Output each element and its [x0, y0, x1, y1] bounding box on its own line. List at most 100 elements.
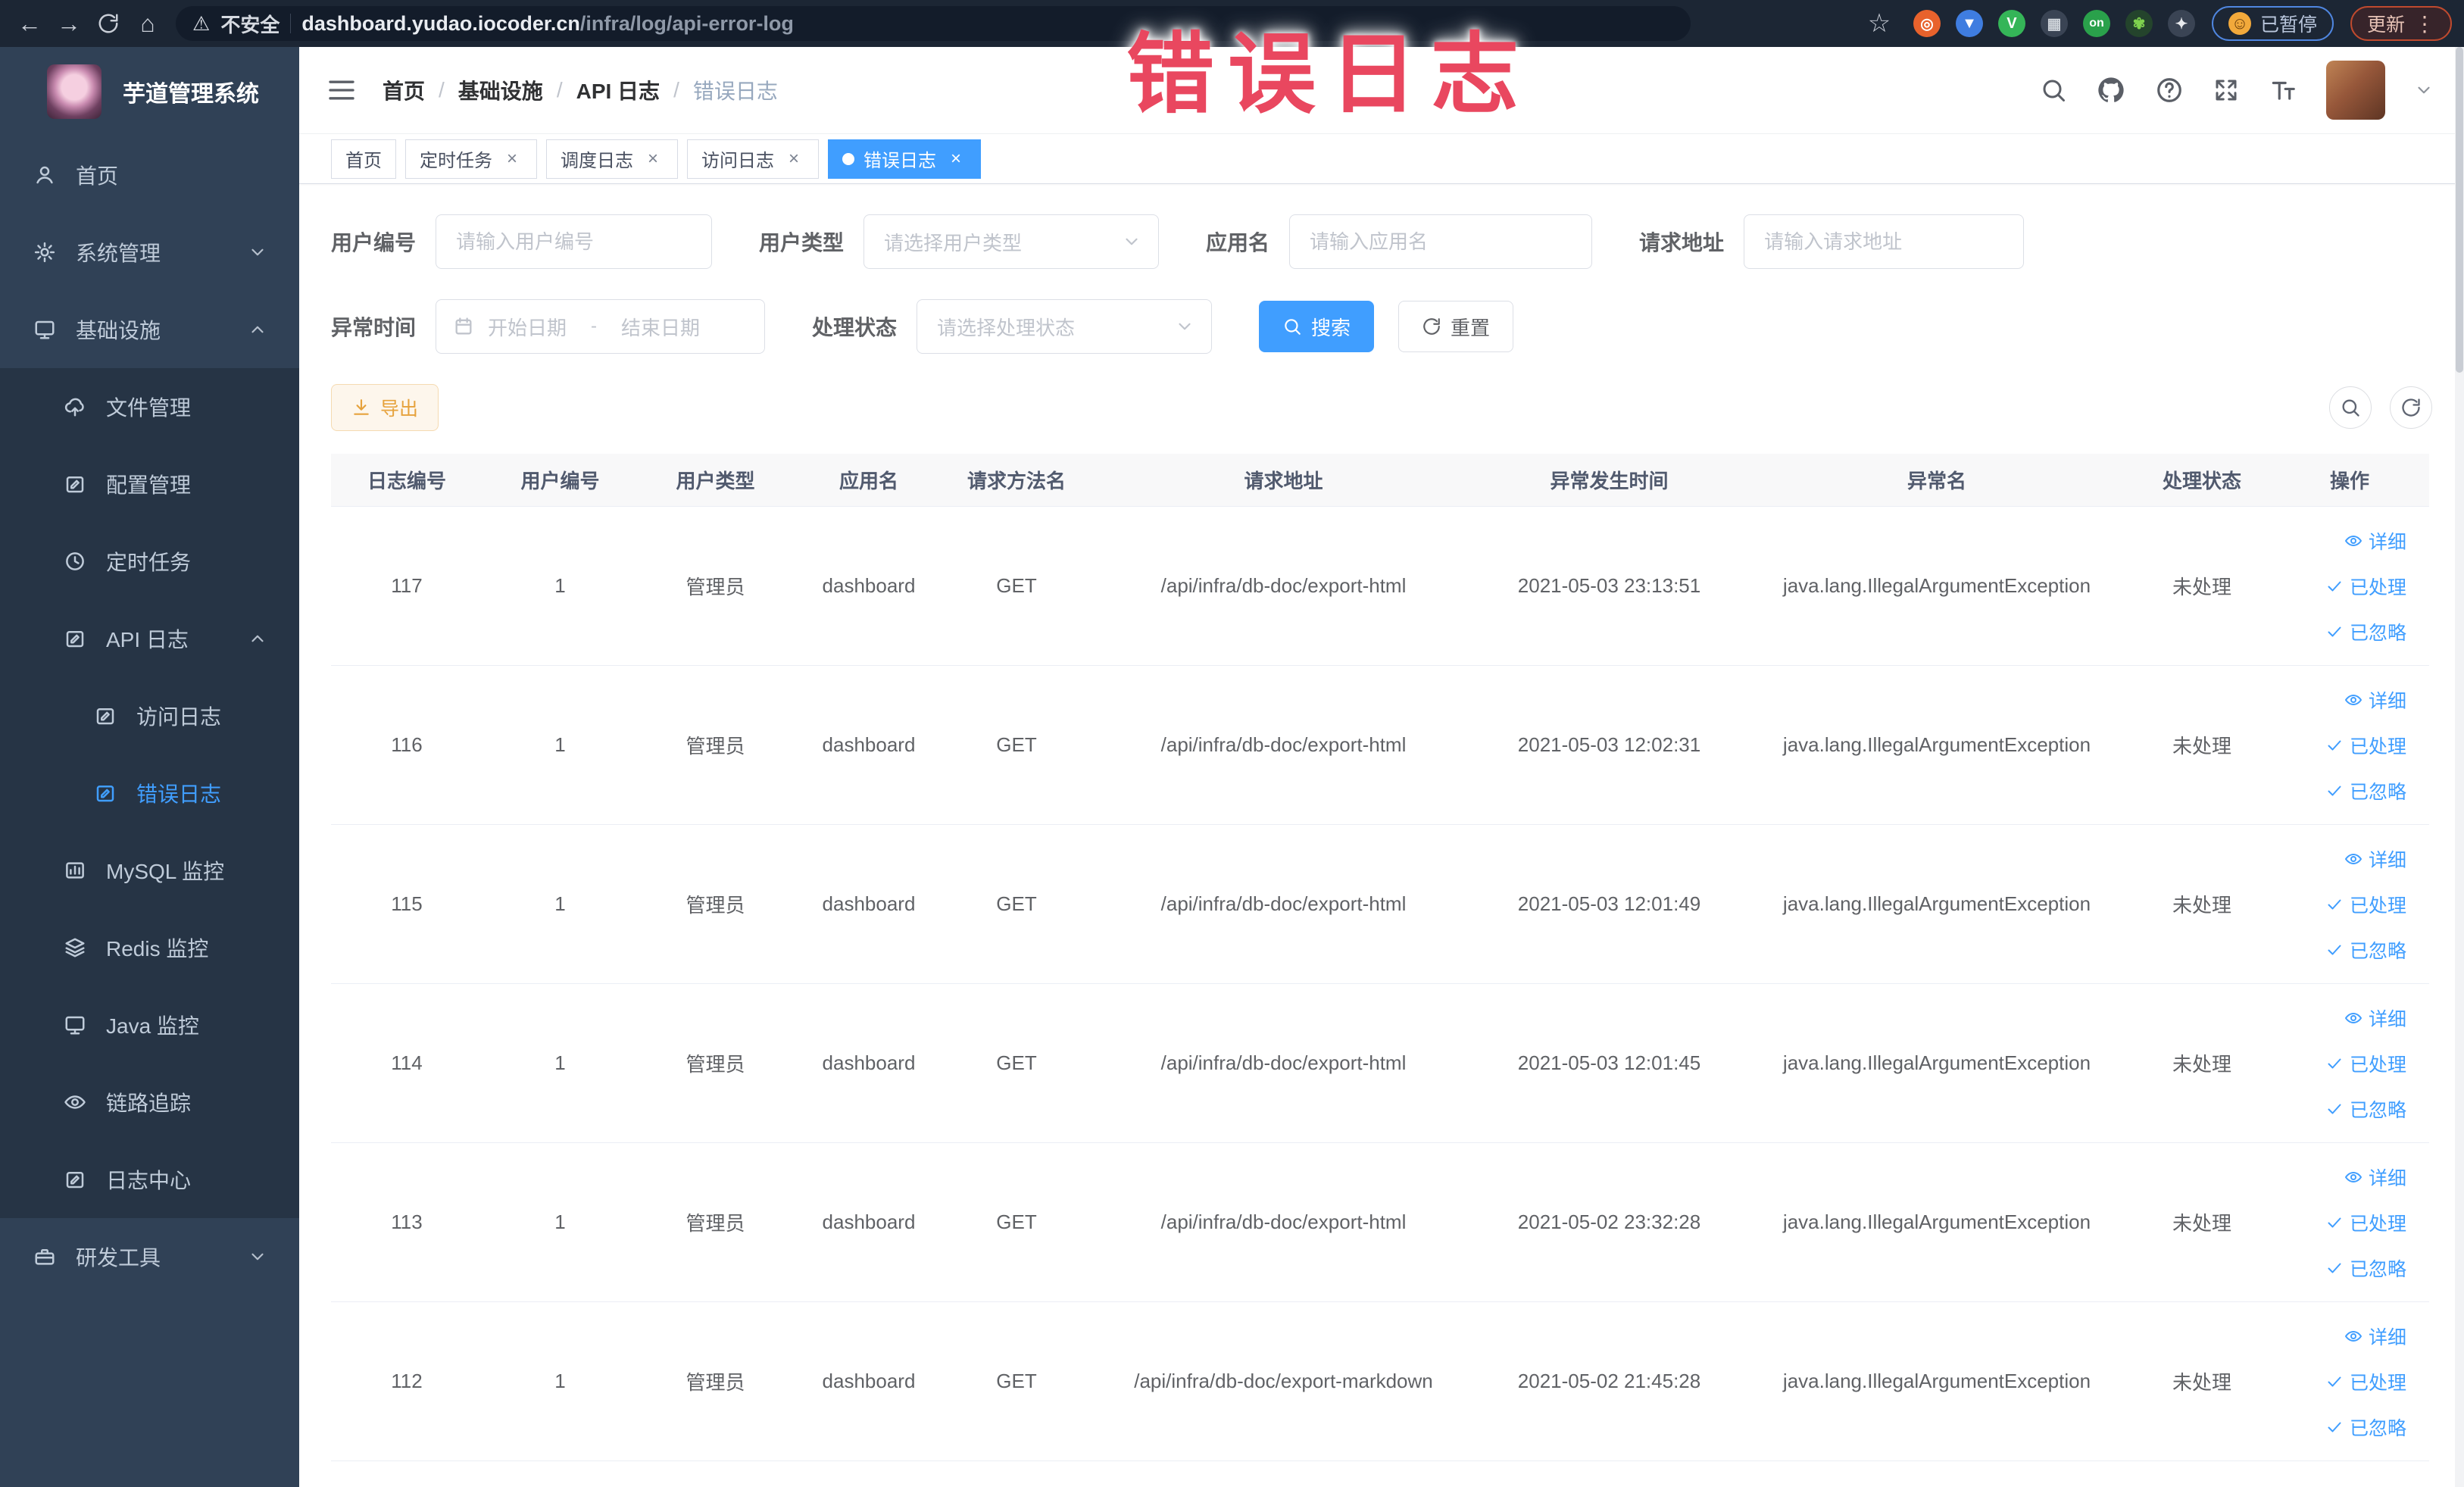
search-button[interactable]: 搜索	[1259, 301, 1375, 352]
process-status-select[interactable]: 请选择处理状态	[917, 299, 1213, 354]
sidebar-item-log-center[interactable]: 日志中心	[0, 1141, 299, 1218]
close-icon[interactable]: ×	[642, 148, 664, 170]
chevron-down-icon	[1175, 317, 1195, 336]
bookmark-star-icon[interactable]: ☆	[1862, 6, 1897, 41]
ext-leaf-icon[interactable]: ✾	[2125, 10, 2153, 37]
forward-button[interactable]: →	[52, 6, 86, 41]
breadcrumb-item[interactable]: API 日志	[576, 75, 660, 105]
ignored-link[interactable]: 已忽略	[2325, 1095, 2406, 1123]
breadcrumb-separator: /	[439, 78, 445, 102]
search-icon[interactable]	[2040, 77, 2067, 104]
fullscreen-icon[interactable]	[2213, 77, 2240, 104]
close-icon[interactable]: ×	[501, 148, 523, 170]
scrollbar-thumb[interactable]	[2456, 47, 2463, 373]
tab-error-log[interactable]: 错误日志 ×	[828, 139, 981, 179]
sidebar-item-label: MySQL 监控	[106, 860, 225, 883]
font-size-icon[interactable]	[2269, 76, 2297, 105]
column-header-user_id: 用户编号	[520, 470, 600, 492]
cell-exception: java.lang.IllegalArgumentException	[1782, 1370, 2091, 1392]
export-button[interactable]: 导出	[331, 384, 439, 431]
processed-link[interactable]: 已处理	[2325, 1209, 2406, 1236]
ext-on-badge-icon[interactable]: on	[2082, 10, 2110, 37]
sidebar-item-config-mgmt[interactable]: 配置管理	[0, 445, 299, 523]
cell-exception: java.lang.IllegalArgumentException	[1782, 733, 2091, 756]
tab-access-log[interactable]: 访问日志 ×	[687, 139, 819, 179]
paused-badge[interactable]: ☺ 已暂停	[2211, 6, 2334, 41]
sidebar-item-mysql-monitor[interactable]: MySQL 监控	[0, 832, 299, 909]
ignored-link[interactable]: 已忽略	[2325, 777, 2406, 804]
processed-link[interactable]: 已处理	[2325, 732, 2406, 759]
sidebar-item-infra[interactable]: 基础设施	[0, 291, 299, 368]
tab-home[interactable]: 首页	[331, 139, 396, 179]
detail-link[interactable]: 详细	[2344, 1004, 2406, 1032]
breadcrumb-item[interactable]: 首页	[383, 75, 425, 105]
close-icon[interactable]: ×	[783, 148, 804, 170]
tab-cron-jobs[interactable]: 定时任务 ×	[405, 139, 537, 179]
sidebar-item-tracing[interactable]: 链路追踪	[0, 1064, 299, 1141]
cell-app_name: dashboard	[822, 892, 916, 915]
detail-link[interactable]: 详细	[2344, 527, 2406, 555]
avatar[interactable]	[2326, 61, 2385, 120]
request-url-input[interactable]	[1744, 214, 2025, 269]
ignored-link[interactable]: 已忽略	[2325, 1414, 2406, 1441]
close-icon[interactable]: ×	[945, 148, 967, 170]
ext-green-v-icon[interactable]: V	[1997, 10, 2025, 37]
cell-user_id: 1	[554, 1211, 566, 1233]
tab-label: 首页	[345, 151, 382, 171]
user-id-input[interactable]	[436, 214, 713, 269]
ignored-link[interactable]: 已忽略	[2325, 936, 2406, 964]
security-warning-icon: ⚠	[192, 11, 211, 35]
cell-time: 2021-05-03 23:13:51	[1517, 574, 1701, 597]
processed-link[interactable]: 已处理	[2325, 1368, 2406, 1395]
refresh-button[interactable]	[2390, 386, 2432, 429]
browser-menu-icon[interactable]: ⋮	[2414, 11, 2435, 36]
sidebar-item-dev-tools[interactable]: 研发工具	[0, 1218, 299, 1295]
date-range-picker[interactable]: 开始日期 - 结束日期	[436, 299, 766, 354]
sidebar-item-cron-jobs[interactable]: 定时任务	[0, 523, 299, 600]
docs-question-icon[interactable]	[2155, 76, 2184, 105]
sidebar-item-java-monitor[interactable]: Java 监控	[0, 986, 299, 1064]
detail-link[interactable]: 详细	[2344, 686, 2406, 714]
ignored-link[interactable]: 已忽略	[2325, 1254, 2406, 1282]
ext-orange-icon[interactable]: ◎	[1913, 10, 1941, 37]
reload-button[interactable]	[91, 6, 126, 41]
processed-link[interactable]: 已处理	[2325, 573, 2406, 600]
sidebar-item-home[interactable]: 首页	[0, 136, 299, 214]
app-name-input[interactable]	[1289, 214, 1593, 269]
ext-shield-icon[interactable]: ▼	[1955, 10, 1983, 37]
sidebar-item-error-log[interactable]: 错误日志	[0, 754, 299, 832]
cell-method: GET	[996, 733, 1037, 756]
ignored-link[interactable]: 已忽略	[2325, 618, 2406, 645]
sidebar-item-access-log[interactable]: 访问日志	[0, 677, 299, 754]
sidebar-logo[interactable]: 芋道管理系统	[0, 47, 299, 136]
address-bar[interactable]: ⚠ 不安全 dashboard.yudao.iocoder.cn/infra/l…	[176, 6, 1691, 41]
sidebar-item-api-log[interactable]: API 日志	[0, 600, 299, 677]
ext-grid-icon[interactable]: ▦	[2040, 10, 2068, 37]
avatar-caret-icon[interactable]	[2414, 80, 2434, 100]
sidebar-item-redis-monitor[interactable]: Redis 监控	[0, 909, 299, 986]
sidebar-item-file-mgmt[interactable]: 文件管理	[0, 368, 299, 445]
ext-puzzle-icon[interactable]: ✦	[2167, 10, 2195, 37]
clock-icon	[64, 550, 86, 573]
page-url: dashboard.yudao.iocoder.cn/infra/log/api…	[301, 12, 794, 36]
home-button[interactable]: ⌂	[130, 6, 165, 41]
tab-schedule-log[interactable]: 调度日志 ×	[546, 139, 678, 179]
cell-method: GET	[996, 1370, 1037, 1392]
detail-link[interactable]: 详细	[2344, 845, 2406, 873]
cell-user_id: 1	[554, 574, 566, 597]
back-button[interactable]: ←	[12, 6, 47, 41]
processed-link[interactable]: 已处理	[2325, 1050, 2406, 1077]
processed-link[interactable]: 已处理	[2325, 891, 2406, 918]
reset-button[interactable]: 重置	[1398, 301, 1514, 352]
eye-icon	[2344, 691, 2363, 709]
user-type-select[interactable]: 请选择用户类型	[863, 214, 1160, 269]
update-badge[interactable]: 更新 ⋮	[2350, 6, 2452, 41]
detail-link[interactable]: 详细	[2344, 1323, 2406, 1350]
search-toggle-button[interactable]	[2329, 386, 2372, 429]
github-icon[interactable]	[2096, 75, 2126, 105]
breadcrumb-item[interactable]: 基础设施	[458, 75, 543, 105]
edit-icon	[64, 473, 86, 495]
menu-fold-icon[interactable]	[326, 75, 357, 105]
sidebar-item-system-mgmt[interactable]: 系统管理	[0, 214, 299, 291]
detail-link[interactable]: 详细	[2344, 1164, 2406, 1191]
